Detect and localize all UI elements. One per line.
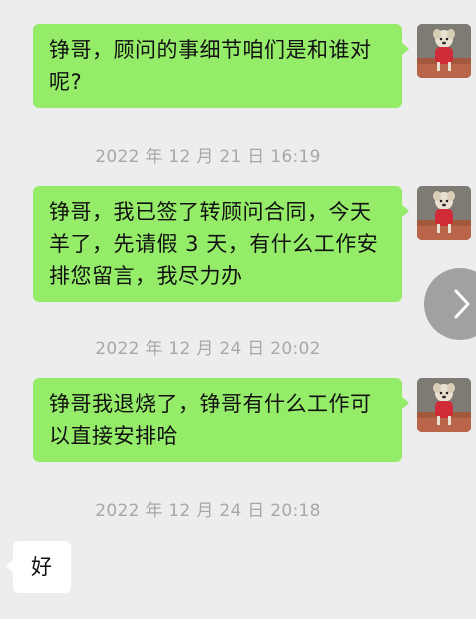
outgoing-message-bubble[interactable]: 铮哥我退烧了，铮哥有什么工作可以直接安排哈: [33, 378, 409, 462]
message-timestamp: 2022 年 12 月 24 日 20:02: [95, 339, 321, 359]
chat-area: 铮哥，顾问的事细节咱们是和谁对呢? 2022 年 12 月 21 日 16:19…: [0, 0, 476, 619]
dog-photo-avatar-icon: [417, 186, 471, 240]
dog-photo-avatar-icon: [417, 24, 471, 78]
outgoing-message-bubble[interactable]: 铮哥，顾问的事细节咱们是和谁对呢?: [33, 24, 409, 108]
sender-avatar[interactable]: [417, 186, 471, 240]
dog-photo-avatar-icon: [417, 378, 471, 432]
sender-avatar[interactable]: [417, 378, 471, 432]
message-timestamp: 2022 年 12 月 24 日 20:18: [95, 501, 321, 521]
message-timestamp: 2022 年 12 月 21 日 16:19: [95, 147, 321, 167]
outgoing-message-bubble[interactable]: 铮哥，我已签了转顾问合同，今天羊了，先请假 3 天，有什么工作安排您留言，我尽力…: [33, 186, 409, 302]
sender-avatar[interactable]: [417, 24, 471, 78]
incoming-message-bubble[interactable]: 好: [6, 541, 71, 593]
chevron-right-icon: [454, 289, 470, 319]
